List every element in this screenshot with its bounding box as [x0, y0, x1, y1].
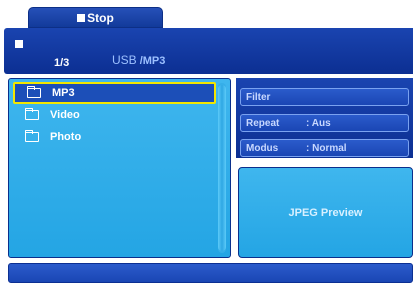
scrollbar[interactable] [218, 83, 226, 253]
source-label: USB [112, 53, 137, 67]
repeat-label: Repeat [246, 117, 280, 129]
repeat-value: : Aus [306, 117, 331, 129]
file-browser-panel: MP3 Video Photo [8, 78, 231, 258]
list-item-mp3[interactable]: MP3 [13, 82, 216, 104]
file-list: MP3 Video Photo [13, 82, 216, 148]
status-bar [8, 263, 413, 283]
repeat-option[interactable]: Repeat : Aus [240, 114, 409, 132]
list-item-label: Photo [50, 131, 82, 143]
stop-label: Stop [87, 10, 114, 25]
modus-value: : Normal [306, 142, 347, 154]
jpeg-preview-pane: JPEG Preview [238, 167, 413, 258]
list-item-photo[interactable]: Photo [13, 126, 216, 148]
folder-icon [25, 130, 39, 142]
list-item-label: Video [50, 109, 80, 121]
folder-icon [25, 108, 39, 120]
preview-label: JPEG Preview [288, 206, 363, 219]
list-item-video[interactable]: Video [13, 104, 216, 126]
list-item-label: MP3 [52, 87, 75, 99]
modus-option[interactable]: Modus : Normal [240, 139, 409, 157]
page-count: 1/3 [54, 57, 70, 69]
filter-label: Filter [246, 91, 271, 103]
status-square-icon [15, 40, 23, 48]
scroll-down-arrow-icon[interactable] [324, 159, 330, 163]
stop-icon [77, 13, 86, 22]
breadcrumb: USB/MP3 [112, 53, 165, 67]
header-bar: 1/3 USB/MP3 [4, 28, 413, 74]
filter-option[interactable]: Filter [240, 88, 409, 106]
stop-button[interactable]: Stop [28, 7, 163, 28]
folder-icon [27, 86, 41, 98]
scroll-thumb[interactable] [218, 85, 226, 251]
path-label: /MP3 [139, 55, 166, 67]
options-panel: Filter Repeat : Aus Modus : Normal [236, 78, 413, 158]
modus-label: Modus [246, 142, 279, 154]
